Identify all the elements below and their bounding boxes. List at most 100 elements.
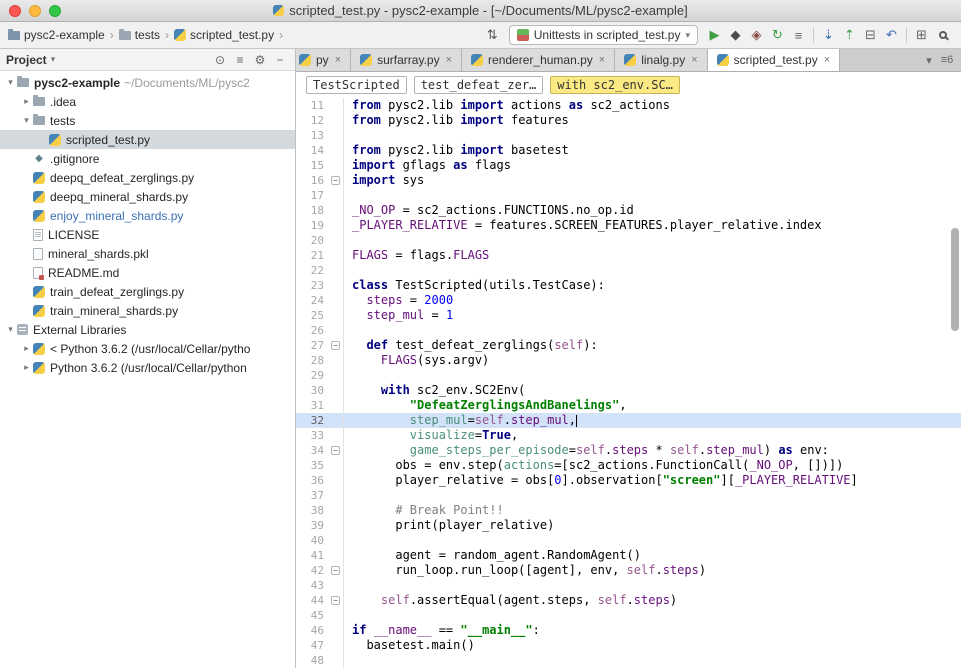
line-number[interactable]: 23 — [296, 278, 328, 293]
line-number[interactable]: 29 — [296, 368, 328, 383]
line-number[interactable]: 42 — [296, 563, 328, 578]
tree-item[interactable]: deepq_defeat_zerglings.py — [0, 168, 295, 187]
line-number[interactable]: 43 — [296, 578, 328, 593]
breadcrumb-item[interactable]: scripted_test.py — [174, 28, 274, 42]
navigate-icon[interactable]: ⇅ — [482, 25, 503, 45]
line-number[interactable]: 31 — [296, 398, 328, 413]
filter-button[interactable]: ≡ — [788, 25, 809, 45]
chevron-down-icon[interactable]: ▾ — [51, 54, 56, 65]
line-number[interactable]: 22 — [296, 263, 328, 278]
fold-icon[interactable]: − — [331, 566, 340, 575]
close-window-button[interactable] — [9, 4, 21, 17]
code-editor[interactable]: 11 from pysc2.lib import actions as sc2_a… — [296, 98, 961, 668]
line-number[interactable]: 47 — [296, 638, 328, 653]
tree-item[interactable]: README.md — [0, 263, 295, 282]
close-icon[interactable]: × — [335, 54, 341, 66]
expand-arrow[interactable]: ▾ — [20, 115, 33, 126]
tree-item[interactable]: deepq_mineral_shards.py — [0, 187, 295, 206]
line-number[interactable]: 27 — [296, 338, 328, 353]
line-number[interactable]: 19 — [296, 218, 328, 233]
search-everywhere-button[interactable] — [932, 25, 953, 45]
breadcrumb-item[interactable]: pysc2-example — [8, 28, 105, 42]
settings-button[interactable]: ⚙ — [251, 51, 269, 69]
line-number[interactable]: 34 — [296, 443, 328, 458]
tree-item[interactable]: train_defeat_zerglings.py — [0, 282, 295, 301]
tree-item[interactable]: ▸ Python 3.6.2 (/usr/local/Cellar/python — [0, 358, 295, 377]
fold-icon[interactable]: − — [331, 596, 340, 605]
line-number[interactable]: 28 — [296, 353, 328, 368]
tree-item[interactable]: ▸ < Python 3.6.2 (/usr/local/Cellar/pytho — [0, 339, 295, 358]
line-number[interactable]: 44 — [296, 593, 328, 608]
line-number[interactable]: 38 — [296, 503, 328, 518]
line-number[interactable]: 46 — [296, 623, 328, 638]
tree-item[interactable]: scripted_test.py — [0, 130, 295, 149]
editor-scrollbar[interactable] — [950, 98, 961, 668]
expand-arrow[interactable]: ▾ — [4, 324, 17, 335]
line-number[interactable]: 24 — [296, 293, 328, 308]
line-number[interactable]: 11 — [296, 98, 328, 113]
tree-item[interactable]: ▸ .idea — [0, 92, 295, 111]
vcs-update-button[interactable]: ⇣ — [818, 25, 839, 45]
line-number[interactable]: 12 — [296, 113, 328, 128]
debug-button[interactable]: ◆ — [725, 25, 746, 45]
editor-tab[interactable]: scripted_test.py × — [707, 49, 841, 71]
line-number[interactable]: 45 — [296, 608, 328, 623]
line-number[interactable]: 41 — [296, 548, 328, 563]
line-number[interactable]: 36 — [296, 473, 328, 488]
context-chip[interactable]: with sc2_env.SC… — [550, 76, 680, 94]
line-number[interactable]: 17 — [296, 188, 328, 203]
line-number[interactable]: 25 — [296, 308, 328, 323]
editor-tab[interactable]: surfarray.py × — [351, 49, 463, 71]
tree-item[interactable]: ▾ External Libraries — [0, 320, 295, 339]
tree-item[interactable]: ▾ pysc2-example ~/Documents/ML/pysc2 — [0, 73, 295, 92]
context-chip[interactable]: test_defeat_zer… — [413, 76, 544, 94]
line-number[interactable]: 15 — [296, 158, 328, 173]
project-panel-title[interactable]: Project — [6, 53, 47, 67]
editor-tab[interactable]: py × — [296, 49, 352, 71]
revert-button[interactable]: ↶ — [881, 25, 902, 45]
diff-button[interactable]: ⊟ — [860, 25, 881, 45]
tree-item[interactable]: LICENSE — [0, 225, 295, 244]
run-coverage-button[interactable]: ◈ — [746, 25, 767, 45]
run-config-selector[interactable]: Unittests in scripted_test.py ▾ — [508, 25, 698, 45]
tree-item[interactable]: train_mineral_shards.py — [0, 301, 295, 320]
tree-item[interactable]: enjoy_mineral_shards.py — [0, 206, 295, 225]
expand-arrow[interactable]: ▸ — [20, 362, 33, 373]
hide-panel-button[interactable]: − — [271, 51, 289, 69]
line-number[interactable]: 13 — [296, 128, 328, 143]
breadcrumb-item[interactable]: tests — [118, 28, 160, 42]
zoom-window-button[interactable] — [49, 4, 61, 17]
hidden-tabs-button[interactable]: ▾ — [921, 50, 937, 70]
context-chip[interactable]: TestScripted — [306, 76, 407, 94]
line-number[interactable]: 21 — [296, 248, 328, 263]
close-icon[interactable]: × — [691, 54, 697, 66]
scroll-from-source-button[interactable]: ⊙ — [211, 51, 229, 69]
expand-arrow[interactable]: ▸ — [20, 96, 33, 107]
line-number[interactable]: 37 — [296, 488, 328, 503]
line-number[interactable]: 32 — [296, 413, 328, 428]
line-number[interactable]: 30 — [296, 383, 328, 398]
vcs-push-button[interactable]: ⇡ — [839, 25, 860, 45]
expand-arrow[interactable]: ▸ — [20, 343, 33, 354]
fold-icon[interactable]: − — [331, 341, 340, 350]
run-button[interactable]: ▶ — [704, 25, 725, 45]
close-icon[interactable]: × — [599, 54, 605, 66]
line-number[interactable]: 35 — [296, 458, 328, 473]
scrollbar-thumb[interactable] — [951, 228, 959, 331]
tree-item[interactable]: .gitignore — [0, 149, 295, 168]
fold-icon[interactable]: − — [331, 176, 340, 185]
close-icon[interactable]: × — [446, 54, 452, 66]
tool-windows-button[interactable]: ⊞ — [911, 25, 932, 45]
line-number[interactable]: 39 — [296, 518, 328, 533]
line-number[interactable]: 33 — [296, 428, 328, 443]
close-icon[interactable]: × — [824, 54, 830, 66]
fold-icon[interactable]: − — [331, 446, 340, 455]
line-number[interactable]: 26 — [296, 323, 328, 338]
line-number[interactable]: 14 — [296, 143, 328, 158]
line-number[interactable]: 40 — [296, 533, 328, 548]
line-number[interactable]: 18 — [296, 203, 328, 218]
collapse-all-button[interactable]: ≡ — [231, 51, 249, 69]
line-number[interactable]: 48 — [296, 653, 328, 668]
line-number[interactable]: 20 — [296, 233, 328, 248]
tree-item[interactable]: ▾ tests — [0, 111, 295, 130]
